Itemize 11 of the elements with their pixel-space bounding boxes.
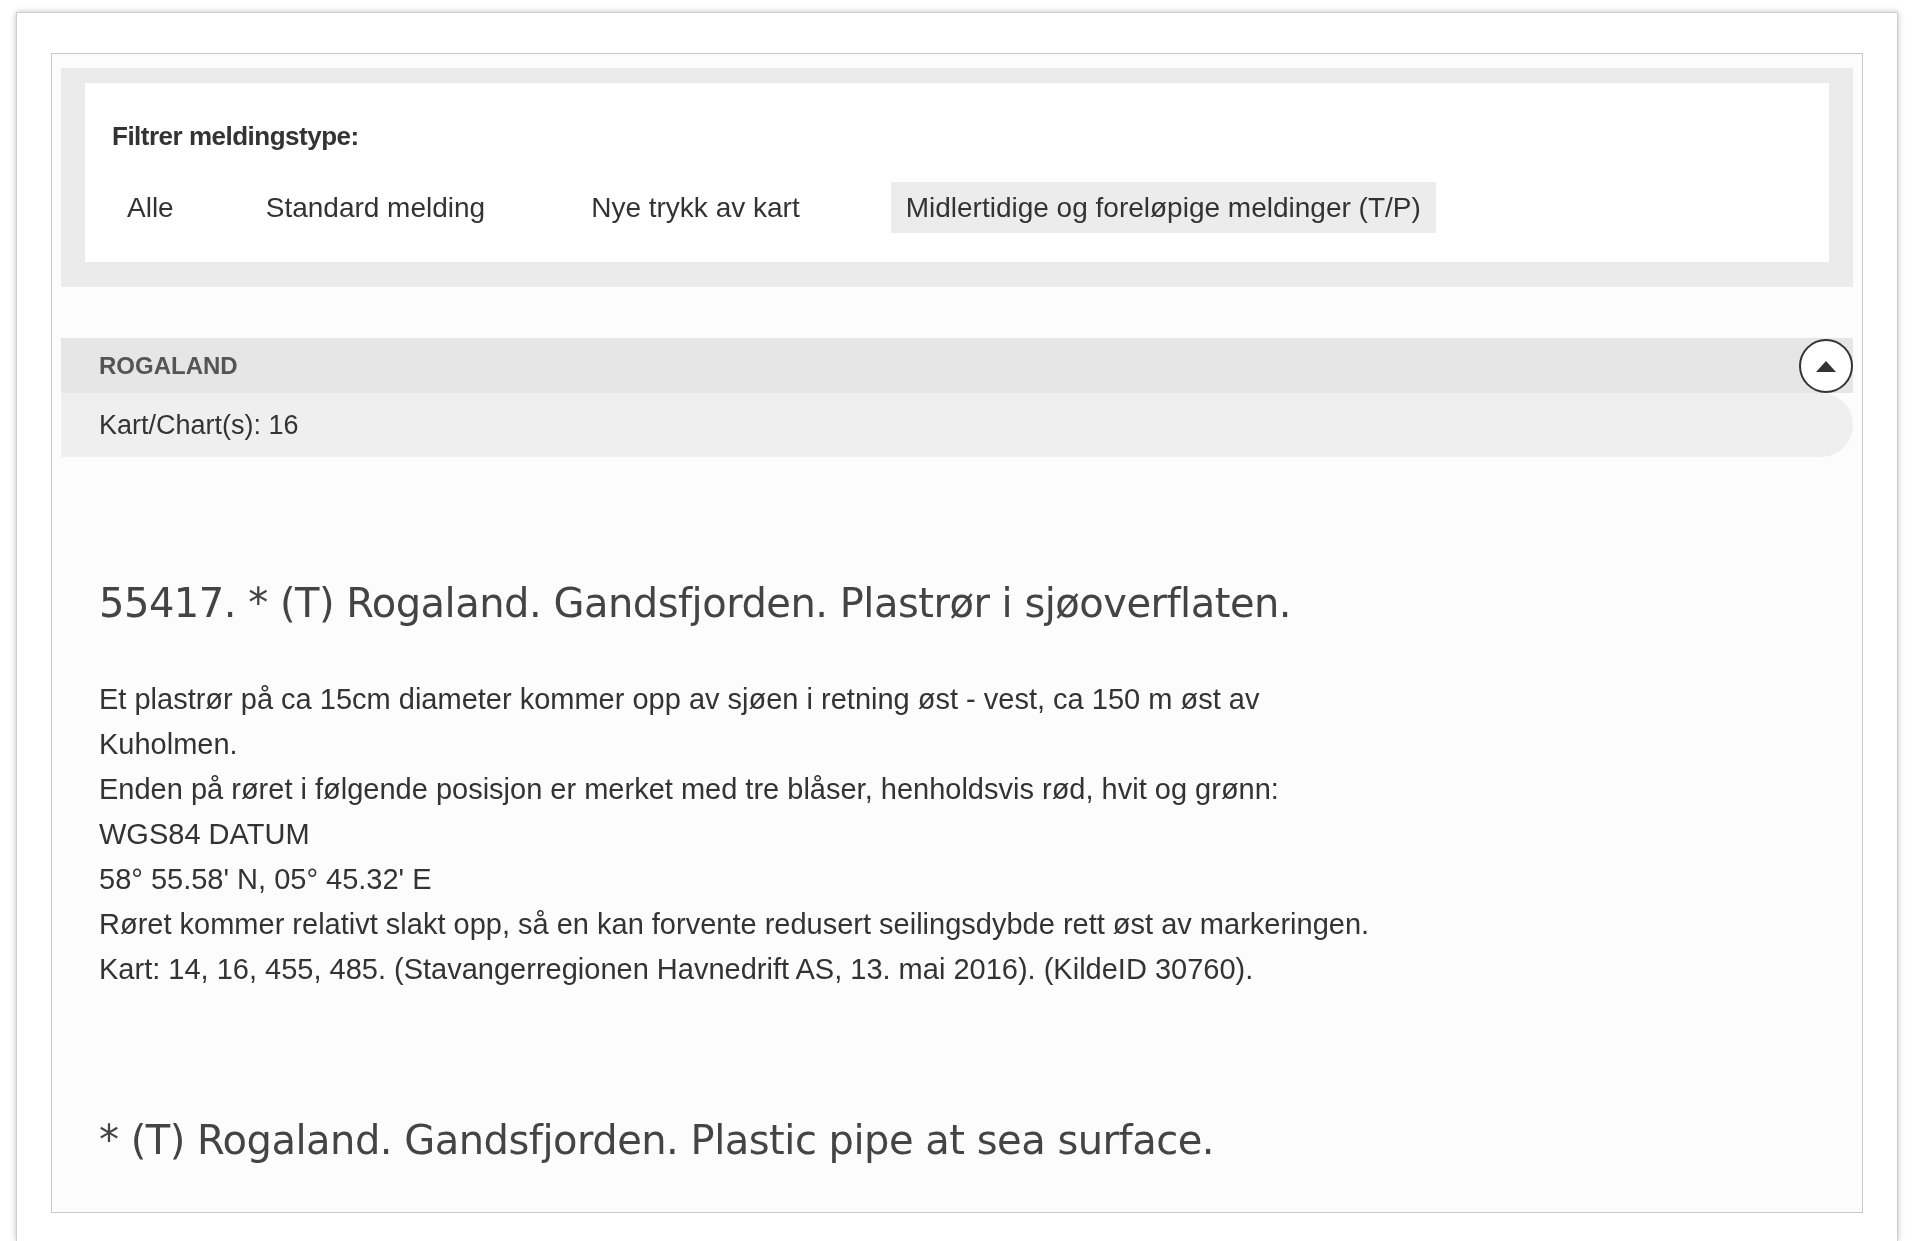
filter-tab[interactable]: Midlertidige og foreløpige meldinger (T/P) [890, 182, 1436, 233]
filter-tab[interactable]: Alle [112, 182, 189, 233]
region-title: ROGALAND [99, 350, 238, 381]
notice-text: Et plastrør på ca 15cm diameter kommer opp av sjøen i retning øst - vest, ca 150 m øst av Kuholmen. Enden på røret i følgende posisjon er merket med tre blåser, henholdsvis rød, hvit og grønn: WGS84 DATUM 58° 55.58' N, 05° 45.32' E Røret kommer relativt slakt opp, så en kan forvente redusert seilingsdybde rett øst av markeringen. Kart: 14, 16, 455, 485. (Stavangerregionen Havnedrift AS, 13. mai 2016). (KildeID 30760). [99, 682, 1371, 987]
chart-count: Kart/Chart(s): 16 [99, 408, 299, 442]
collapse-button[interactable] [1799, 338, 1853, 393]
filter-tab[interactable]: Nye trykk av kart [576, 182, 815, 233]
filter-tab[interactable]: Standard melding [250, 182, 501, 233]
filter-heading: Filtrer meldingstype: [112, 120, 360, 153]
notice-title: * (T) Rogaland. Gandsfjorden. Plastic pipe at sea surface. [99, 1116, 1215, 1165]
notice-title: 55417. * (T) Rogaland. Gandsfjorden. Plastrør i sjøoverflaten. [99, 579, 1293, 628]
